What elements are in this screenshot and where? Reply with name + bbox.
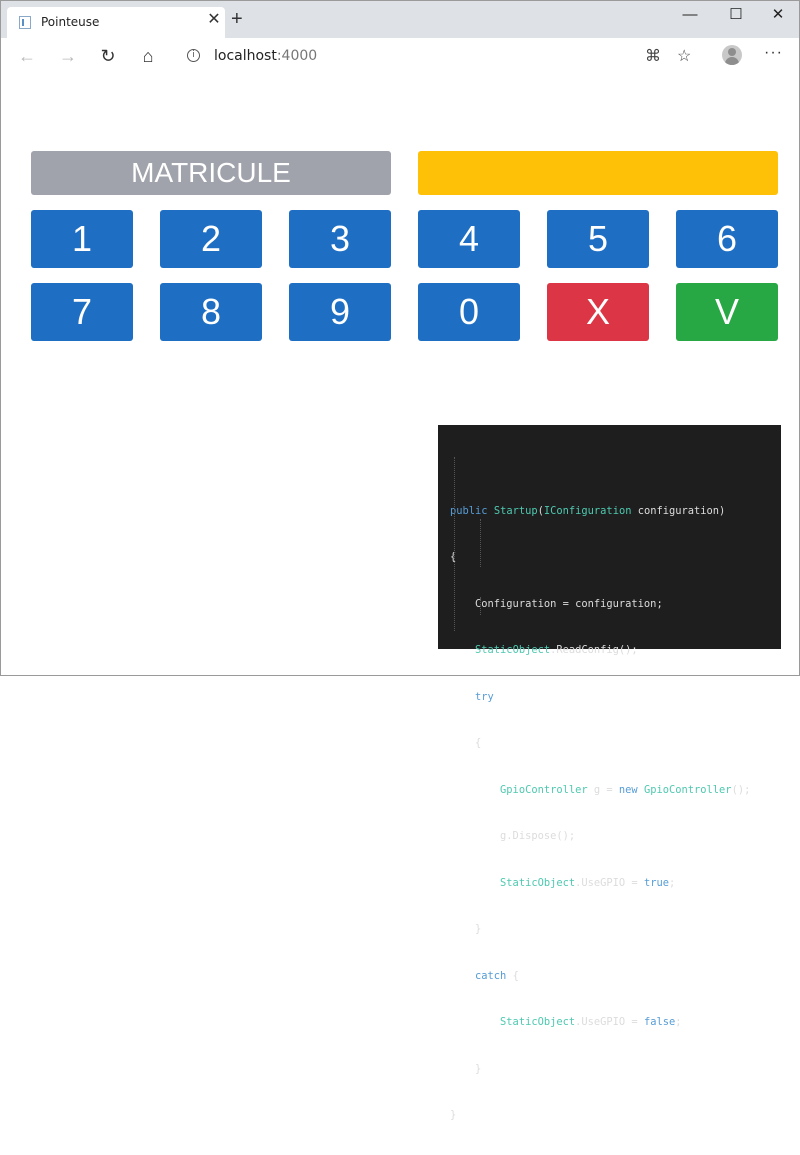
url-port: :4000	[276, 48, 318, 64]
matricule-display	[418, 151, 778, 195]
key-5[interactable]: 5	[547, 210, 649, 268]
key-4[interactable]: 4	[418, 210, 520, 268]
code-snippet: public Startup(IConfiguration configurat…	[438, 425, 781, 1121]
forward-icon[interactable]: →	[57, 45, 79, 67]
tab-pointeuse[interactable]: Pointeuse ✕	[7, 7, 225, 38]
key-2[interactable]: 2	[160, 210, 262, 268]
indent-guide	[480, 597, 481, 615]
code-line: Configuration = configuration;	[450, 597, 663, 610]
close-tab-icon[interactable]: ✕	[206, 12, 222, 28]
info-icon[interactable]: i	[187, 49, 200, 62]
code-line: g.Dispose();	[450, 830, 576, 842]
indent-guide	[480, 519, 481, 567]
page-icon	[19, 16, 31, 29]
back-icon[interactable]: ←	[16, 45, 38, 67]
matricule-label: MATRICULE	[31, 151, 391, 195]
code-line: }	[450, 1109, 457, 1121]
tab-bar: Pointeuse ✕ + — ☐ ✕	[1, 1, 799, 38]
clear-key[interactable]: X	[547, 283, 649, 341]
code-line: public Startup(IConfiguration configurat…	[450, 504, 726, 517]
code-line: StaticObject.UseGPIO = true;	[500, 876, 676, 889]
indent-guide	[454, 457, 455, 631]
key-8[interactable]: 8	[160, 283, 262, 341]
browser-toolbar: ← → ↻ ⌂ i localhost:4000 ⌘ ☆ ···	[1, 38, 799, 74]
url-host: localhost	[214, 48, 277, 64]
address-bar[interactable]: i localhost:4000 ⌘ ☆	[173, 42, 707, 70]
key-1[interactable]: 1	[31, 210, 133, 268]
favorite-icon[interactable]: ☆	[677, 46, 691, 66]
new-tab-button[interactable]: +	[231, 9, 243, 29]
key-9[interactable]: 9	[289, 283, 391, 341]
key-3[interactable]: 3	[289, 210, 391, 268]
code-line: StaticObject.ReadConfig();	[475, 644, 638, 656]
code-line: catch {	[475, 969, 519, 982]
code-line: try	[475, 690, 494, 703]
page-content: MATRICULE 1 2 3 4 5 6 7 8 9 0 X V public…	[1, 73, 799, 1121]
code-line: StaticObject.UseGPIO = false;	[500, 1016, 682, 1028]
tab-title: Pointeuse	[41, 15, 100, 29]
key-7[interactable]: 7	[31, 283, 133, 341]
minimize-button[interactable]: —	[667, 1, 713, 29]
profile-icon[interactable]	[722, 45, 742, 65]
code-line: }	[450, 1062, 482, 1075]
code-line: GpioController g = new GpioController();	[500, 783, 751, 796]
code-line: }	[450, 923, 482, 935]
key-0[interactable]: 0	[418, 283, 520, 341]
key-6[interactable]: 6	[676, 210, 778, 268]
home-icon[interactable]: ⌂	[137, 45, 159, 67]
code-line: {	[450, 737, 482, 749]
validate-key[interactable]: V	[676, 283, 778, 341]
close-window-button[interactable]: ✕	[755, 1, 800, 29]
maximize-button[interactable]: ☐	[713, 1, 759, 29]
browser-window: Pointeuse ✕ + — ☐ ✕ ← → ↻ ⌂ i localhost:…	[0, 0, 800, 1121]
reload-icon[interactable]: ↻	[97, 45, 119, 67]
translate-icon[interactable]: ⌘	[645, 46, 661, 66]
code-line: {	[450, 551, 457, 563]
url-text[interactable]: localhost:4000	[214, 48, 317, 64]
more-icon[interactable]: ···	[764, 44, 783, 62]
